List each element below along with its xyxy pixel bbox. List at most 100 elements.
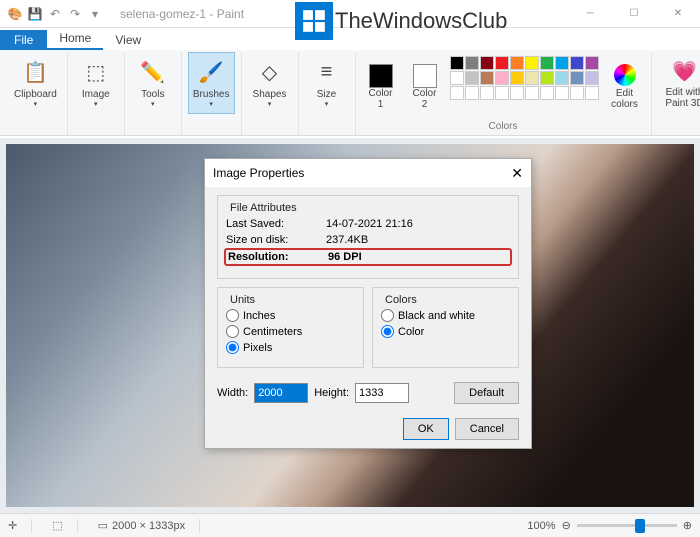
color-swatch[interactable] — [510, 71, 524, 85]
color-swatch[interactable] — [555, 56, 569, 70]
dialog-close-button[interactable]: ✕ — [511, 165, 523, 182]
color-swatch[interactable] — [525, 56, 539, 70]
height-input[interactable] — [355, 383, 409, 403]
zoom-out-button[interactable]: ⊖ — [562, 519, 571, 532]
width-input[interactable] — [254, 383, 308, 403]
edit-colors-button[interactable]: Edit colors — [605, 56, 645, 118]
ok-button[interactable]: OK — [403, 418, 449, 440]
color1-button[interactable]: Color 1 — [362, 56, 400, 118]
tools-label: Tools — [141, 89, 164, 100]
tools-group: ✏️ Tools ▾ — [125, 52, 182, 135]
pixels-radio[interactable]: Pixels — [226, 341, 355, 354]
maximize-button[interactable]: ☐ — [612, 0, 656, 28]
color-swatch[interactable] — [510, 86, 524, 100]
image-button[interactable]: ⬚ Image ▾ — [74, 52, 118, 114]
color-radio[interactable]: Color — [381, 325, 510, 338]
color-swatch[interactable] — [510, 56, 524, 70]
watermark-logo — [295, 2, 333, 40]
undo-icon[interactable]: ↶ — [46, 5, 64, 23]
window-title: selena-gomez-1 - Paint — [120, 7, 244, 21]
close-button[interactable]: ✕ — [656, 0, 700, 28]
home-tab[interactable]: Home — [47, 28, 103, 50]
color-swatch[interactable] — [495, 86, 509, 100]
color-swatch[interactable] — [465, 56, 479, 70]
resolution-label: Resolution: — [228, 251, 328, 263]
edit-colors-icon — [614, 64, 636, 86]
canvas-dimensions: ▭ 2000 × 1333px — [98, 519, 201, 532]
zoom-thumb[interactable] — [635, 519, 645, 533]
image-label: Image — [82, 89, 110, 100]
color-swatch[interactable] — [525, 71, 539, 85]
minimize-button[interactable]: ─ — [568, 0, 612, 28]
last-saved-row: Last Saved: 14-07-2021 21:16 — [226, 218, 510, 230]
color-swatch[interactable] — [570, 71, 584, 85]
image-group: ⬚ Image ▾ — [68, 52, 125, 135]
cancel-button[interactable]: Cancel — [455, 418, 519, 440]
color-swatch[interactable] — [450, 86, 464, 100]
colors-group: Color 1 Color 2 Edit colors Colors — [356, 52, 652, 135]
shapes-icon: ◇ — [256, 59, 284, 87]
color-swatch[interactable] — [555, 86, 569, 100]
color-swatch[interactable] — [585, 56, 599, 70]
cursor-pos-icon: ✛ — [8, 519, 32, 532]
color-swatch[interactable] — [540, 71, 554, 85]
color-palette[interactable] — [450, 56, 599, 100]
color-swatch[interactable] — [570, 56, 584, 70]
qat-dropdown-icon[interactable]: ▾ — [86, 5, 104, 23]
dimensions-icon: ▭ — [98, 519, 108, 532]
size-label: Size — [317, 89, 336, 100]
dropdown-icon: ▾ — [209, 100, 213, 108]
color-swatch[interactable] — [495, 56, 509, 70]
clipboard-group: 📋 Clipboard ▾ — [4, 52, 68, 135]
view-tab[interactable]: View — [103, 30, 153, 50]
status-bar: ✛ ⬚ ▭ 2000 × 1333px 100% ⊖ ⊕ — [0, 513, 700, 537]
resolution-row: Resolution: 96 DPI — [224, 248, 512, 266]
color-swatch[interactable] — [450, 71, 464, 85]
color-swatch[interactable] — [495, 71, 509, 85]
centimeters-radio[interactable]: Centimeters — [226, 325, 355, 338]
color-swatch[interactable] — [480, 56, 494, 70]
shapes-button[interactable]: ◇ Shapes ▾ — [248, 52, 292, 114]
color-swatch[interactable] — [585, 71, 599, 85]
inches-radio[interactable]: Inches — [226, 309, 355, 322]
quick-access-toolbar: 🎨 💾 ↶ ↷ ▾ — [0, 5, 110, 23]
clipboard-button[interactable]: 📋 Clipboard ▾ — [10, 52, 61, 114]
color-swatch[interactable] — [480, 71, 494, 85]
zoom-in-button[interactable]: ⊕ — [683, 519, 692, 532]
color-swatch[interactable] — [465, 71, 479, 85]
brush-icon: 🖌️ — [197, 59, 225, 87]
color-swatch[interactable] — [450, 56, 464, 70]
watermark-text: TheWindowsClub — [335, 8, 507, 34]
color-swatch[interactable] — [585, 86, 599, 100]
bw-radio[interactable]: Black and white — [381, 309, 510, 322]
inches-label: Inches — [243, 310, 275, 322]
dialog-body: File Attributes Last Saved: 14-07-2021 2… — [205, 187, 531, 448]
save-icon[interactable]: 💾 — [26, 5, 44, 23]
pixels-label: Pixels — [243, 342, 272, 354]
color-swatch[interactable] — [540, 86, 554, 100]
select-icon: ⬚ — [82, 59, 110, 87]
color-swatch[interactable] — [525, 86, 539, 100]
color-swatch[interactable] — [570, 86, 584, 100]
dialog-titlebar[interactable]: Image Properties ✕ — [205, 159, 531, 187]
default-button[interactable]: Default — [454, 382, 519, 404]
colors-fieldset: Colors Black and white Color — [372, 287, 519, 368]
color-swatch[interactable] — [480, 86, 494, 100]
redo-icon[interactable]: ↷ — [66, 5, 84, 23]
centimeters-label: Centimeters — [243, 326, 302, 338]
shapes-label: Shapes — [253, 89, 287, 100]
zoom-value: 100% — [527, 520, 555, 532]
bw-label: Black and white — [398, 310, 475, 322]
color-swatch[interactable] — [540, 56, 554, 70]
tools-button[interactable]: ✏️ Tools ▾ — [131, 52, 175, 114]
file-tab[interactable]: File — [0, 30, 47, 50]
zoom-slider[interactable] — [577, 524, 677, 527]
color-swatch[interactable] — [555, 71, 569, 85]
paint3d-group: 💗 Edit with Paint 3D — [652, 52, 700, 135]
size-button[interactable]: ≡ Size ▾ — [305, 52, 349, 114]
dropdown-icon: ▾ — [34, 100, 38, 108]
color2-button[interactable]: Color 2 — [406, 56, 444, 118]
brushes-button[interactable]: 🖌️ Brushes ▾ — [188, 52, 235, 114]
color-swatch[interactable] — [465, 86, 479, 100]
paint3d-button[interactable]: 💗 Edit with Paint 3D — [658, 52, 700, 114]
